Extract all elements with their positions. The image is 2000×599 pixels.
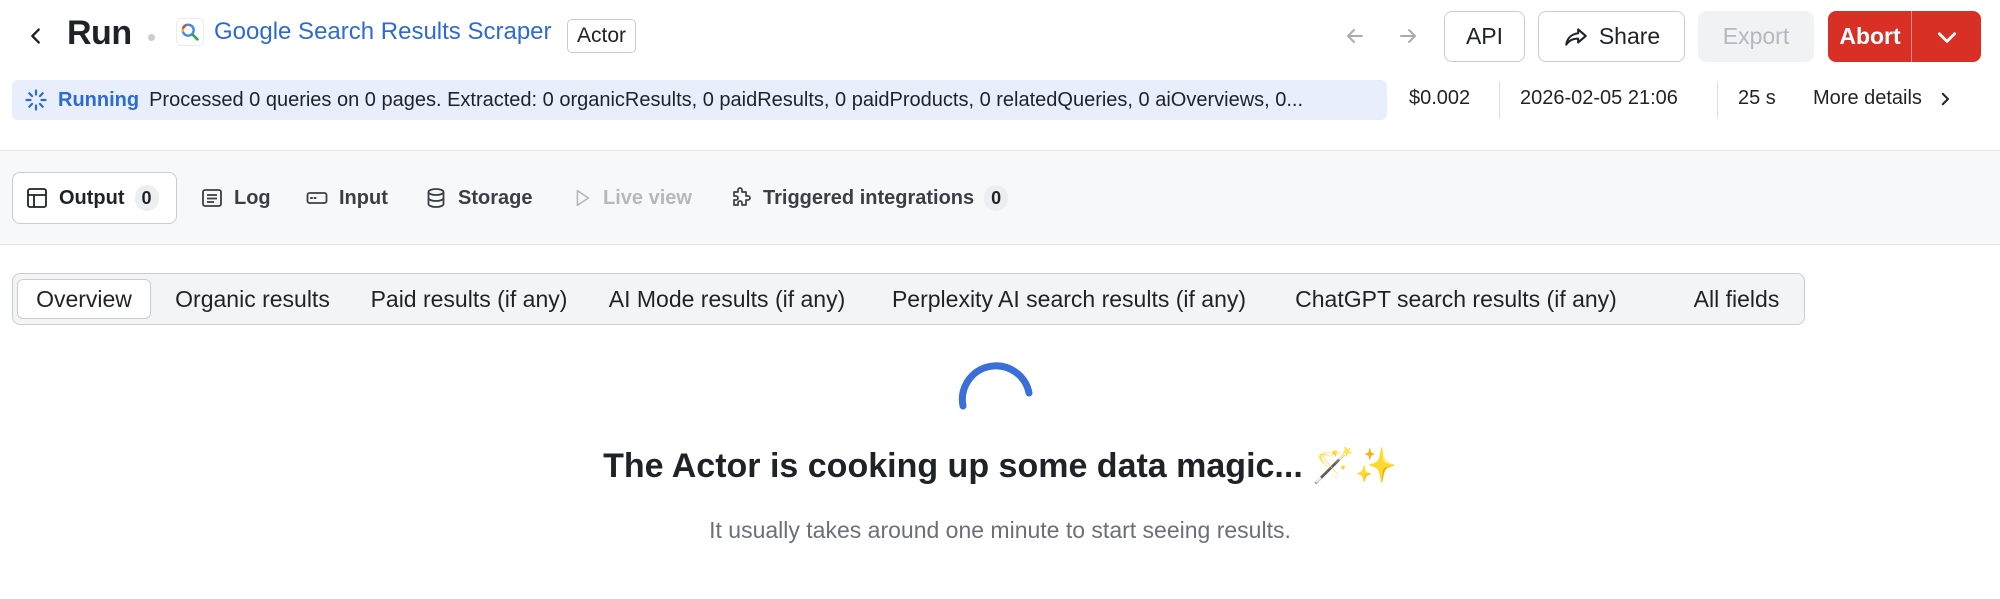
empty-state-title: The Actor is cooking up some data magic.… — [603, 447, 1397, 485]
actor-link[interactable]: Google Search Results Scraper — [176, 18, 552, 46]
back-button[interactable] — [20, 20, 52, 52]
share-icon — [1565, 27, 1587, 46]
abort-button[interactable]: Abort — [1828, 11, 1912, 62]
view-chatgpt-results[interactable]: ChatGPT search results (if any) — [1283, 279, 1629, 319]
google-search-logo-icon — [176, 18, 204, 46]
empty-state-subtitle: It usually takes around one minute to st… — [709, 517, 1291, 543]
play-icon — [576, 189, 590, 207]
chevron-down-icon — [1937, 31, 1956, 43]
tab-output-label: Output — [59, 186, 125, 209]
share-button-label: Share — [1598, 23, 1661, 49]
table-icon — [27, 188, 47, 208]
tab-triggered-integrations-label: Triggered integrations — [763, 186, 975, 209]
title-separator-dot — [148, 34, 155, 41]
actor-badge: Actor — [567, 19, 637, 53]
status-badge: Running — [58, 88, 140, 111]
view-paid-results[interactable]: Paid results (if any) — [362, 279, 576, 319]
run-status-bar: Running Processed 0 queries on 0 pages. … — [12, 80, 1387, 120]
tab-live-view[interactable]: Live view — [571, 172, 692, 224]
loading-spinner-icon — [23, 87, 49, 113]
share-button[interactable]: Share — [1538, 11, 1685, 62]
log-icon — [202, 189, 222, 207]
run-started-at: 2026-02-05 21:06 — [1520, 87, 1678, 109]
view-perplexity-results[interactable]: Perplexity AI search results (if any) — [876, 279, 1262, 319]
dataset-view-switcher: Overview Organic results Paid results (i… — [12, 273, 1805, 325]
next-run-button[interactable] — [1392, 20, 1424, 52]
export-button-label: Export — [1722, 23, 1790, 49]
tab-triggered-integrations[interactable]: Triggered integrations 0 — [729, 172, 1009, 224]
export-button[interactable]: Export — [1698, 11, 1814, 62]
chevron-left-icon — [31, 28, 40, 44]
api-button[interactable]: API — [1444, 11, 1525, 62]
tab-log-label: Log — [234, 186, 271, 209]
previous-run-button[interactable] — [1339, 20, 1371, 52]
input-icon — [306, 192, 328, 204]
view-all-fields[interactable]: All fields — [1687, 279, 1786, 319]
tab-storage[interactable]: Storage — [424, 172, 532, 224]
run-header: Run Google Search Results Scraper Actor … — [0, 0, 2000, 72]
integrations-count-badge: 0 — [984, 185, 1009, 211]
page-title: Run — [67, 14, 132, 52]
run-duration: 25 s — [1738, 87, 1776, 109]
tab-log[interactable]: Log — [200, 172, 271, 224]
arrow-left-icon — [1347, 29, 1363, 43]
view-ai-mode-results[interactable]: AI Mode results (if any) — [599, 279, 855, 319]
tab-live-view-label: Live view — [603, 186, 692, 209]
puzzle-icon — [733, 187, 751, 206]
tab-input[interactable]: Input — [305, 172, 388, 224]
abort-button-label: Abort — [1839, 23, 1901, 49]
api-button-label: API — [1465, 23, 1504, 49]
tab-storage-label: Storage — [458, 186, 533, 209]
arrow-right-icon — [1400, 29, 1416, 43]
status-message: Processed 0 queries on 0 pages. Extracte… — [149, 88, 1304, 111]
database-icon — [427, 188, 445, 208]
loading-spinner — [958, 362, 1033, 410]
tab-output[interactable]: Output 0 — [12, 172, 177, 224]
run-cost: $0.002 — [1409, 87, 1471, 109]
meta-divider — [1499, 82, 1500, 118]
output-count-badge: 0 — [134, 185, 159, 211]
more-details-label: More details — [1813, 87, 1922, 109]
meta-divider — [1717, 82, 1718, 118]
more-details-link[interactable]: More details — [1813, 87, 1954, 110]
view-organic-results[interactable]: Organic results — [165, 279, 340, 319]
view-overview[interactable]: Overview — [17, 279, 151, 319]
chevron-right-icon — [1941, 92, 1949, 105]
tab-input-label: Input — [339, 186, 388, 209]
actor-name: Google Search Results Scraper — [214, 18, 552, 45]
abort-options-dropdown[interactable] — [1911, 11, 1981, 62]
